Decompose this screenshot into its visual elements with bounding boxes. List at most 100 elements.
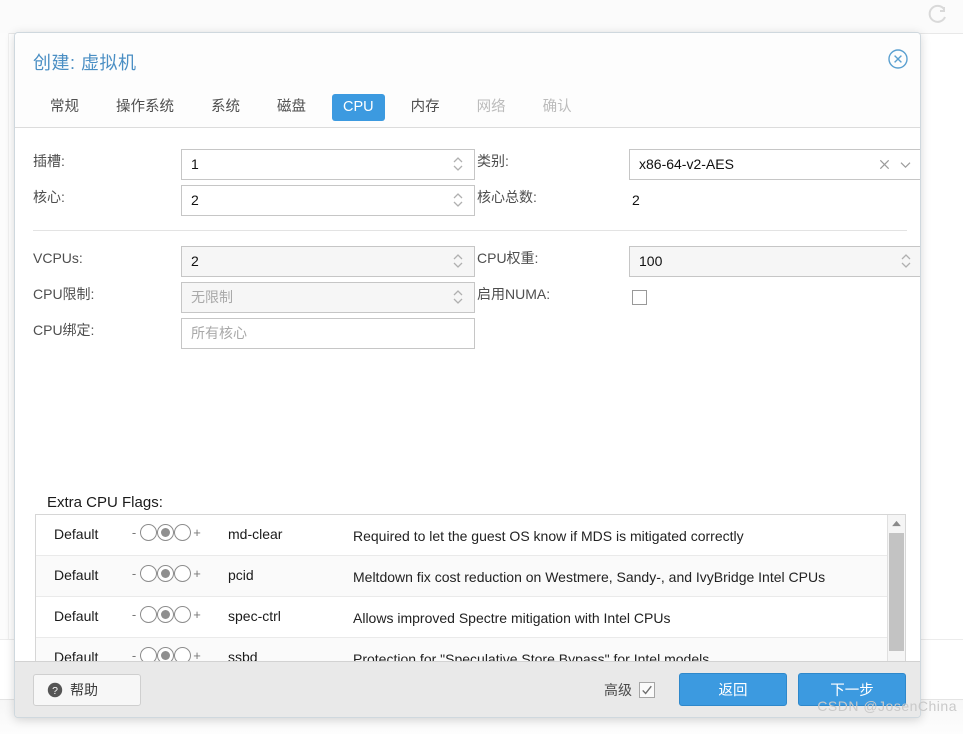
reload-icon[interactable] [925,4,949,28]
dialog-header: 创建: 虚拟机 [15,33,920,88]
flag-description: Allows improved Spectre mitigation with … [353,610,671,626]
cores-input[interactable]: 2 [181,184,475,216]
minus-sign: - [131,566,137,581]
flag-tristate-control[interactable]: - + [128,515,228,541]
background-topbar [0,0,963,34]
flag-radio-off[interactable] [140,606,157,623]
enable-numa-field[interactable] [629,279,920,315]
flag-radio-default[interactable] [157,647,174,661]
flag-radio-on[interactable] [174,606,191,623]
clear-x-icon[interactable] [878,158,891,171]
enable-numa-checkbox[interactable] [632,289,647,305]
flag-radio-off[interactable] [140,565,157,582]
scrollbar-thumb[interactable] [889,533,904,651]
flag-tristate-control[interactable]: - + [128,638,228,661]
cputype-value: x86-64-v2-AES [639,156,734,172]
flag-radio-off[interactable] [140,647,157,661]
extra-cpu-flags-table: Default - + md-clear Required to let the… [35,514,906,661]
cores-stepper[interactable] [448,192,468,208]
cpu-units-field[interactable]: 100 [629,243,920,279]
cputype-combo[interactable]: x86-64-v2-AES [629,148,920,180]
cores-field[interactable]: 2 [181,182,477,218]
plus-sign: + [193,648,201,661]
dialog-footer: ? 帮助 高级 返回 下一步 [15,661,920,717]
help-button[interactable]: ? 帮助 [33,673,141,706]
close-icon[interactable] [887,48,909,70]
flag-radio-on[interactable] [174,524,191,541]
cputype-label: 类别: [477,153,509,169]
flag-radio-default[interactable] [157,606,174,623]
flag-radio-on[interactable] [174,647,191,661]
flag-state-label: Default [54,649,99,661]
flag-radio-default[interactable] [157,524,174,541]
form-divider [33,230,907,231]
vcpus-field[interactable]: 2 [181,243,477,279]
back-button[interactable]: 返回 [679,673,787,706]
dialog-title: 创建: 虚拟机 [33,53,137,73]
tab-disks[interactable]: 磁盘 [266,94,317,121]
vcpus-value: 2 [191,253,199,269]
cpu-units-input[interactable]: 100 [629,245,920,277]
minus-sign: - [131,525,137,540]
scroll-up-arrow-icon[interactable] [888,515,905,531]
tab-memory[interactable]: 内存 [400,94,451,121]
create-vm-dialog: 创建: 虚拟机 常规 操作系统 系统 磁盘 CPU 内存 网络 确认 插槽: 1 [14,32,921,718]
sockets-value: 1 [191,156,199,172]
dialog-tabbar: 常规 操作系统 系统 磁盘 CPU 内存 网络 确认 [15,88,920,128]
advanced-checkbox[interactable] [639,681,655,698]
cpu-limit-placeholder: 无限制 [191,289,233,305]
cpu-affinity-input[interactable]: 所有核心 [181,317,475,349]
tab-confirm: 确认 [542,99,572,115]
cpu-affinity-field[interactable]: 所有核心 [181,315,477,351]
plus-sign: + [193,525,201,540]
tab-system[interactable]: 系统 [200,94,251,121]
flag-state-label: Default [54,567,99,583]
total-cores-field: 2 [629,182,920,218]
extra-cpu-flags-rows: Default - + md-clear Required to let the… [36,515,887,661]
spacer-label [477,315,629,351]
table-row[interactable]: Default - + spec-ctrl Allows improved Sp… [36,597,887,638]
sockets-stepper[interactable] [448,156,468,172]
cputype-field[interactable]: x86-64-v2-AES [629,146,920,182]
cpu-limit-field[interactable]: 无限制 [181,279,477,315]
flag-name: md-clear [228,526,283,542]
flag-state-label: Default [54,526,99,542]
vcpus-input[interactable]: 2 [181,245,475,277]
advanced-label: 高级 [604,681,632,698]
flag-tristate-control[interactable]: - + [128,556,228,582]
flag-radio-on[interactable] [174,565,191,582]
chevron-down-icon[interactable] [899,160,912,169]
svg-text:?: ? [52,685,58,697]
dialog-body: 插槽: 1 类别: x86-64-v2-AES 核心: 2 核心总数: 2 VC… [15,128,920,661]
cores-value: 2 [191,192,199,208]
flag-tristate-control[interactable]: - + [128,597,228,623]
vcpus-stepper[interactable] [448,253,468,269]
cpu-limit-input[interactable]: 无限制 [181,281,475,313]
table-row[interactable]: Default - + pcid Meltdown fix cost reduc… [36,556,887,597]
flag-description: Required to let the guest OS know if MDS… [353,528,744,544]
flag-radio-default[interactable] [157,565,174,582]
sockets-field[interactable]: 1 [181,146,477,182]
next-button[interactable]: 下一步 [798,673,906,706]
total-cores-value: 2 [632,192,640,208]
help-circle-icon: ? [47,682,63,698]
minus-sign: - [131,607,137,622]
sockets-input[interactable]: 1 [181,148,475,180]
cpu-units-label: CPU权重: [477,250,539,266]
cpu-limit-stepper[interactable] [448,289,468,305]
tab-general[interactable]: 常规 [39,94,90,121]
cpu-units-stepper[interactable] [896,253,916,269]
cores-label: 核心: [33,189,65,205]
tab-os[interactable]: 操作系统 [105,94,185,121]
cpu-limit-label: CPU限制: [33,286,95,302]
tab-cpu[interactable]: CPU [332,94,385,121]
cpu-units-value: 100 [639,253,663,269]
flag-radio-off[interactable] [140,524,157,541]
table-row[interactable]: Default - + ssbd Protection for "Specula… [36,638,887,661]
spacer-field [629,315,920,351]
flags-scrollbar[interactable] [887,515,905,661]
table-row[interactable]: Default - + md-clear Required to let the… [36,515,887,556]
background-left-column [0,33,9,639]
footer-actions: 高级 返回 下一步 [604,673,906,706]
plus-sign: + [193,566,201,581]
